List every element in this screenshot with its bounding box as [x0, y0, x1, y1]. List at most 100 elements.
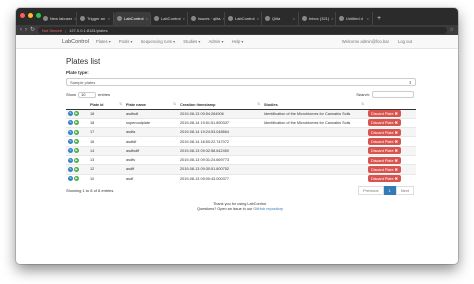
- close-tab-icon[interactable]: ×: [293, 16, 295, 21]
- browser-tab[interactable]: Trigger an ×: [77, 12, 114, 25]
- plate-id-cell: 16: [88, 136, 124, 147]
- close-tab-icon[interactable]: ×: [367, 16, 369, 21]
- row-actions: ✎ ▶: [66, 145, 88, 156]
- studies-cell: [262, 127, 366, 137]
- maximize-window-button[interactable]: [36, 13, 41, 18]
- nav-studies[interactable]: Studies ▾: [183, 39, 200, 44]
- browser-tab[interactable]: Untitled d ×: [336, 12, 373, 25]
- browser-tab[interactable]: LabControl ×: [225, 12, 262, 25]
- nav-sequencing-runs[interactable]: Sequencing runs ▾: [141, 39, 176, 44]
- url-field[interactable]: Not Secure | 127.0.0.1:8181/plates: [38, 26, 447, 34]
- view-icon[interactable]: ▶: [74, 129, 79, 135]
- discard-plate-button[interactable]: Discard Plate ✖: [368, 147, 401, 155]
- edit-icon[interactable]: ✎: [68, 176, 73, 182]
- view-icon[interactable]: ▶: [74, 166, 79, 172]
- edit-icon[interactable]: ✎: [68, 129, 73, 135]
- next-page-button[interactable]: Next: [395, 186, 414, 196]
- minimize-window-button[interactable]: [28, 13, 33, 18]
- not-secure-label: Not Secure: [42, 27, 63, 33]
- studies-cell: [262, 136, 366, 147]
- tab-label: LabControl: [235, 16, 255, 21]
- nav-help[interactable]: Help ▾: [232, 39, 244, 44]
- plate-name-cell: asdf: [124, 173, 178, 184]
- col-creation-timestamp[interactable]: Creation timestamp ⇅: [178, 101, 262, 110]
- col-plate-name[interactable]: Plate name ⇅: [124, 101, 178, 110]
- close-tab-icon[interactable]: ×: [146, 16, 148, 21]
- welcome-user-link[interactable]: Welcome admin@foo.bar: [342, 39, 389, 44]
- timestamp-cell: 2019-08-13 09:31:24.669773: [178, 154, 262, 165]
- view-icon[interactable]: ▶: [74, 176, 79, 182]
- favicon-icon: [302, 16, 307, 21]
- search-input[interactable]: [372, 91, 414, 98]
- edit-icon[interactable]: ✎: [68, 148, 73, 154]
- col-actions: [66, 101, 88, 110]
- close-icon: ✖: [394, 140, 398, 145]
- close-tab-icon[interactable]: ×: [108, 16, 110, 21]
- view-icon[interactable]: ▶: [74, 148, 79, 154]
- browser-tab[interactable]: Inbox (321) ×: [299, 12, 336, 25]
- discard-plate-button[interactable]: Discard Plate ✖: [368, 110, 401, 118]
- close-window-button[interactable]: [20, 13, 25, 18]
- edit-icon[interactable]: ✎: [68, 157, 73, 163]
- entries-label: entries: [98, 92, 111, 97]
- sort-icon: ⇅: [173, 102, 176, 106]
- table-row: ✎ ▶ 18 superoodplate 2019-08-14 19:51:51.890…: [66, 117, 416, 128]
- view-icon[interactable]: ▶: [74, 120, 79, 126]
- plate-type-value: Sample plates: [70, 79, 96, 85]
- plate-type-select[interactable]: Sample plates ⇕: [66, 78, 416, 86]
- col-studies[interactable]: Studies ⇅: [262, 101, 366, 110]
- close-icon: ✖: [394, 167, 398, 172]
- studies-cell: [262, 145, 366, 156]
- view-icon[interactable]: ▶: [74, 157, 79, 163]
- brand-link[interactable]: LabControl: [62, 39, 89, 45]
- nav-plates[interactable]: Plates ▾: [96, 39, 111, 44]
- nav-pools[interactable]: Pools ▾: [119, 39, 133, 44]
- plate-id-cell: 10: [88, 173, 124, 184]
- browser-tab[interactable]: Issues · qiita ×: [188, 12, 225, 25]
- browser-tab[interactable]: Qiita ×: [262, 12, 299, 25]
- forward-icon[interactable]: ›: [25, 26, 27, 34]
- tab-label: Inbox (321): [309, 16, 330, 21]
- favicon-icon: [339, 16, 344, 21]
- logout-link[interactable]: Log out: [398, 39, 412, 44]
- browser-tab[interactable]: New labuser ×: [40, 12, 77, 25]
- edit-icon[interactable]: ✎: [68, 166, 73, 172]
- plate-type-label: Plate type:: [66, 70, 89, 75]
- entries-length-select[interactable]: 10: [78, 91, 97, 98]
- view-icon[interactable]: ▶: [74, 139, 79, 145]
- favicon-icon: [80, 16, 85, 21]
- view-icon[interactable]: ▶: [74, 111, 79, 117]
- new-tab-button[interactable]: +: [373, 12, 385, 25]
- browser-tab[interactable]: LabControl ×: [151, 12, 188, 25]
- github-link[interactable]: GitHub repository: [253, 207, 283, 211]
- back-icon[interactable]: ‹: [20, 26, 22, 34]
- close-tab-icon[interactable]: ×: [183, 16, 185, 21]
- discard-plate-button[interactable]: Discard Plate ✖: [368, 175, 401, 183]
- row-actions: ✎ ▶: [66, 173, 88, 184]
- discard-plate-button[interactable]: Discard Plate ✖: [368, 165, 401, 173]
- previous-page-button[interactable]: Previous: [357, 186, 384, 196]
- page-1-button[interactable]: 1: [383, 186, 396, 196]
- plate-name-cell: asdfs: [124, 154, 178, 165]
- table-row: ✎ ▶ 16 asdfdf 2019-08-14 18:50:22.747072 Disc…: [66, 136, 416, 147]
- close-tab-icon[interactable]: ×: [257, 16, 259, 21]
- table-header-row: Plate id ⇅ Plate name ⇅ Creation timestamp…: [66, 101, 416, 110]
- row-actions: ✎ ▶: [66, 154, 88, 165]
- reload-icon[interactable]: ↻: [30, 26, 35, 34]
- edit-icon[interactable]: ✎: [68, 120, 73, 126]
- nav-admin[interactable]: Admin ▾: [209, 39, 224, 44]
- col-plate-id[interactable]: Plate id ⇅: [88, 101, 124, 110]
- discard-plate-button[interactable]: Discard Plate ✖: [368, 156, 401, 164]
- close-tab-icon[interactable]: ×: [331, 16, 333, 21]
- edit-icon[interactable]: ✎: [68, 139, 73, 145]
- timestamp-cell: 2019-08-13 09:54:264906: [178, 108, 262, 119]
- discard-plate-button[interactable]: Discard Plate ✖: [368, 119, 401, 127]
- bookmark-star-icon[interactable]: ☆: [450, 27, 454, 33]
- discard-plate-button[interactable]: Discard Plate ✖: [368, 128, 401, 136]
- studies-cell: Identification of the Microbiomes for Ca…: [262, 108, 366, 119]
- table-row: ✎ ▶ 12 asdff 2019-08-13 09:30:51.800752 Disca…: [66, 164, 416, 175]
- select-caret-icon: ⇕: [408, 79, 412, 85]
- browser-tab[interactable]: LabControl ×: [114, 12, 151, 25]
- discard-plate-button[interactable]: Discard Plate ✖: [368, 138, 401, 146]
- edit-icon[interactable]: ✎: [68, 111, 73, 117]
